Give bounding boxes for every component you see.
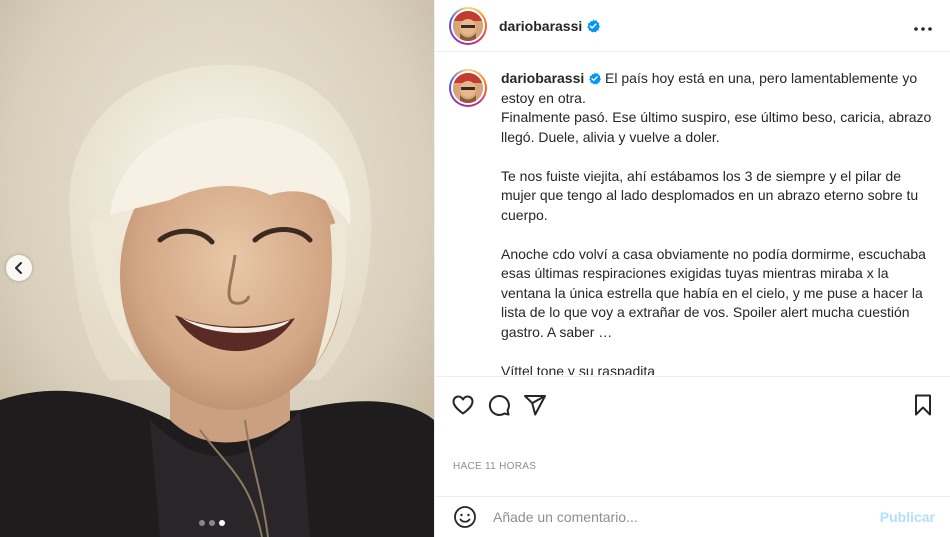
bookmark-icon xyxy=(915,394,931,416)
comment-input[interactable] xyxy=(493,509,880,525)
comment-bar: Publicar xyxy=(435,496,950,537)
username[interactable]: dariobarassi xyxy=(499,18,582,34)
post-media[interactable] xyxy=(0,0,434,537)
action-bar xyxy=(435,377,950,433)
emoji-button[interactable] xyxy=(447,499,483,535)
more-horizontal-icon xyxy=(914,27,932,31)
caption-paragraph: Anoche cdo volví a casa obviamente no po… xyxy=(501,245,926,340)
caption-avatar[interactable] xyxy=(449,69,487,107)
verified-badge-icon xyxy=(587,19,601,32)
caption-paragraph: Te nos fuiste viejita, ahí estábamos los… xyxy=(501,167,919,223)
avatar-image xyxy=(453,10,483,41)
carousel-dot xyxy=(209,520,215,526)
like-button[interactable] xyxy=(445,387,481,423)
actions-section xyxy=(435,376,950,433)
post-timestamp[interactable]: HACE 11 HORAS xyxy=(453,461,536,472)
carousel-indicator xyxy=(199,520,225,526)
caption: dariobarassi El país hoy está en una, pe… xyxy=(449,69,935,375)
post-detail-panel: dariobarassi dariobarassi El país hoy es… xyxy=(434,0,950,537)
caption-paragraph: Víttel tone y su raspadita xyxy=(501,362,656,376)
caption-text: dariobarassi El país hoy está en una, pe… xyxy=(501,69,935,375)
comment-button[interactable] xyxy=(481,387,517,423)
caption-area[interactable]: dariobarassi El país hoy está en una, pe… xyxy=(435,53,950,375)
carousel-dot-active xyxy=(219,520,225,526)
send-icon xyxy=(524,395,546,416)
avatar[interactable] xyxy=(449,6,487,45)
verified-badge-icon xyxy=(589,72,602,85)
emoji-icon xyxy=(454,506,476,528)
comment-icon xyxy=(488,394,510,416)
more-options-button[interactable] xyxy=(910,11,936,40)
heart-icon xyxy=(452,395,474,415)
share-button[interactable] xyxy=(517,387,553,423)
caption-username[interactable]: dariobarassi xyxy=(501,70,584,86)
caption-paragraph: dariobarassi El país hoy está en una, pe… xyxy=(501,69,935,147)
post-photo xyxy=(0,0,434,537)
publish-button[interactable]: Publicar xyxy=(880,509,935,525)
post-header: dariobarassi xyxy=(435,0,950,52)
chevron-left-icon xyxy=(15,262,22,274)
carousel-previous-button[interactable] xyxy=(6,255,32,281)
save-button[interactable] xyxy=(905,387,941,423)
carousel-dot xyxy=(199,520,205,526)
avatar-image xyxy=(453,73,483,103)
